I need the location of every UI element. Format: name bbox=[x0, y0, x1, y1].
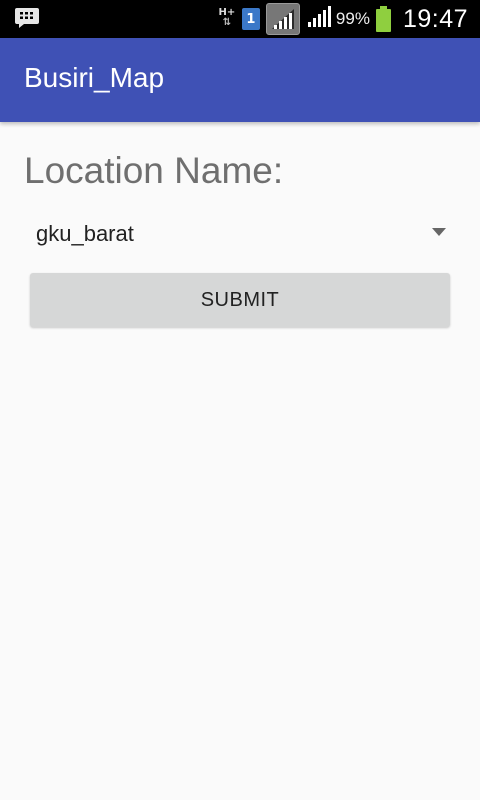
sim-slot-label: 1 bbox=[246, 11, 256, 27]
status-icons: H+ ⇅ 1 99% 19:47 bbox=[218, 0, 468, 38]
app-bar: Busiri_Map bbox=[0, 38, 480, 122]
location-name-label: Location Name: bbox=[24, 150, 284, 191]
submit-button-label: SUBMIT bbox=[200, 288, 280, 311]
location-selected-value: gku_barat bbox=[36, 221, 134, 246]
battery-icon bbox=[375, 6, 391, 32]
submit-button[interactable]: SUBMIT bbox=[30, 273, 450, 327]
clock: 19:47 bbox=[402, 4, 468, 33]
status-bar: H+ ⇅ 1 99% 19:47 bbox=[0, 0, 480, 38]
bbm-chat-icon bbox=[14, 7, 40, 29]
battery-percent: 99% bbox=[335, 9, 370, 28]
location-spinner[interactable]: gku_barat bbox=[24, 208, 456, 260]
data-transfer-icon: ⇅ bbox=[222, 17, 232, 28]
network-type-indicator: H+ ⇅ bbox=[218, 8, 236, 28]
dropdown-arrow-icon bbox=[432, 228, 446, 236]
app-title: Busiri_Map bbox=[24, 62, 165, 93]
sim-slot-badge: 1 bbox=[241, 8, 260, 30]
signal-strength-icon-sim1 bbox=[265, 3, 300, 35]
screen: H+ ⇅ 1 99% 19:47 Busiri_Map Location Nam… bbox=[0, 0, 480, 800]
signal-strength-icon-sim2 bbox=[306, 5, 332, 33]
